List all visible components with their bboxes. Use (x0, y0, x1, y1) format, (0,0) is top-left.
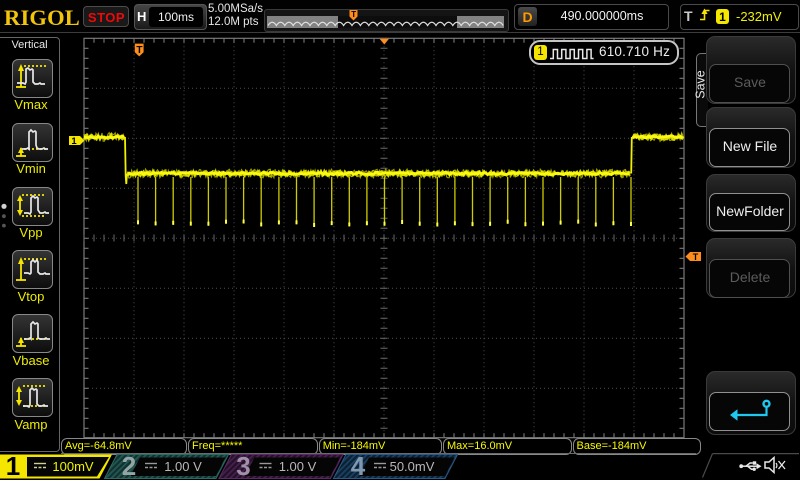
svg-text:50.0mV: 50.0mV (390, 459, 435, 474)
svg-text:3: 3 (236, 451, 250, 480)
svg-text:2: 2 (122, 451, 136, 480)
svg-text:4: 4 (351, 451, 366, 480)
svg-text:1: 1 (6, 451, 20, 480)
svg-text:100mV: 100mV (52, 459, 94, 474)
svg-text:1.00 V: 1.00 V (164, 459, 202, 474)
svg-text:1.00 V: 1.00 V (279, 459, 317, 474)
